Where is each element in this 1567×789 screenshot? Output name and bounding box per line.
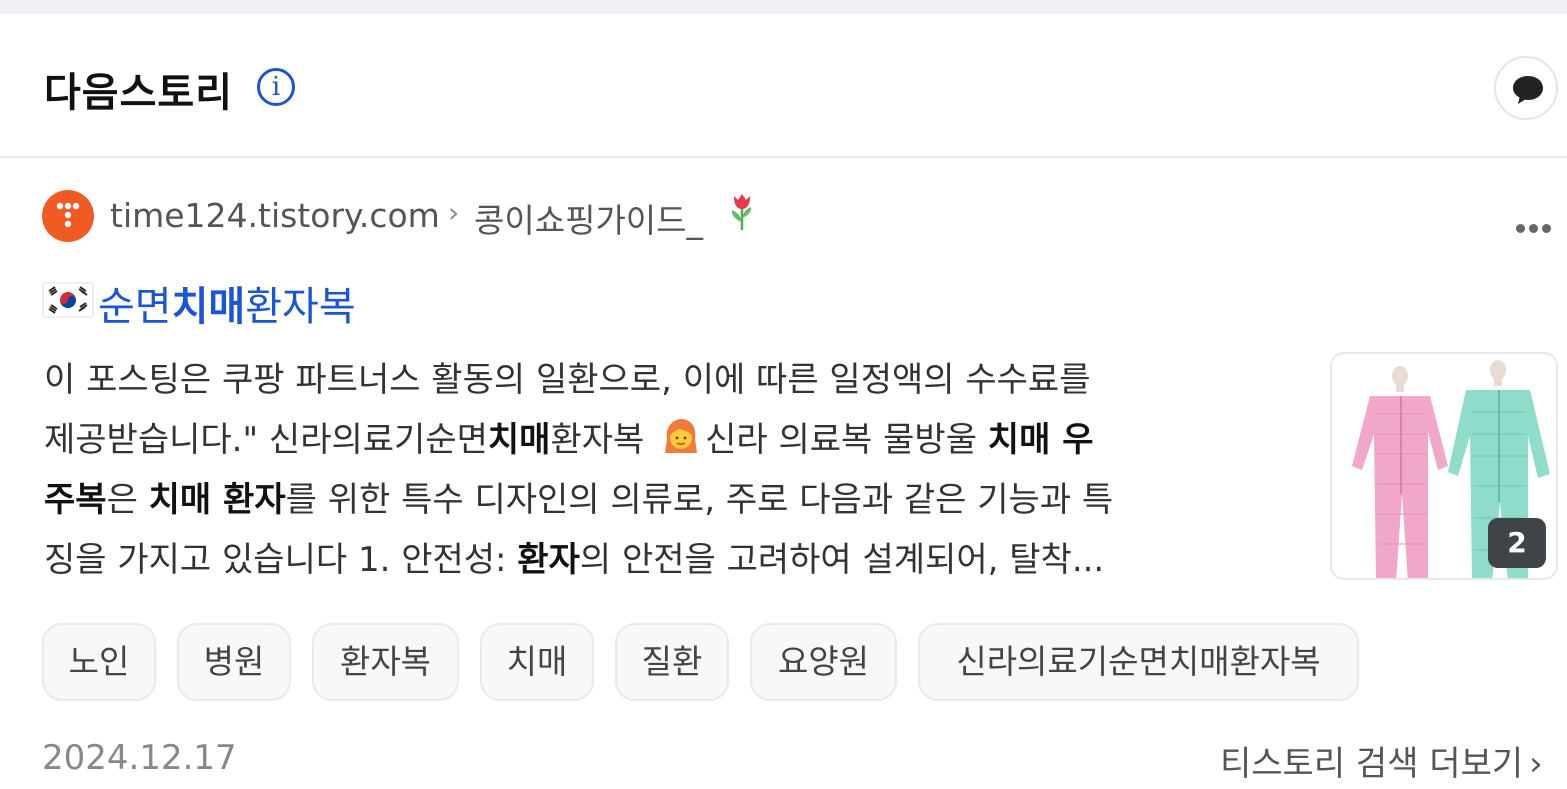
result-snippet[interactable]: 이 포스팅은 쿠팡 파트너스 활동의 일환으로, 이에 따른 일정액의 수수료를…	[44, 350, 1304, 590]
title-part-highlight: 치매	[171, 284, 246, 330]
breadcrumb-chevron-icon: ›	[448, 196, 460, 229]
snippet-highlight: 치매 우	[987, 420, 1094, 460]
snippet-line: 주복은 치매 환자를 위한 특수 디자인의 의류로, 주로 다음과 같은 기능과…	[44, 470, 1304, 530]
snippet-line: 이 포스팅은 쿠팡 파트너스 활동의 일환으로, 이에 따른 일정액의 수수료를	[44, 350, 1304, 410]
image-count-badge: 2	[1488, 518, 1546, 568]
info-icon[interactable]: i	[257, 68, 295, 106]
chevron-right-icon: ›	[1529, 744, 1543, 784]
tag-chip[interactable]: 환자복	[312, 623, 459, 701]
tulip-icon	[731, 194, 752, 230]
tag-chip[interactable]: 신라의료기순면치매환자복	[918, 623, 1359, 701]
snippet-text: 환자복	[550, 420, 656, 460]
snippet-text: 신라 의료복 물방울	[705, 420, 988, 460]
result-title-link[interactable]: 순면치매환자복	[98, 274, 356, 332]
tag-chip[interactable]: 요양원	[750, 623, 897, 701]
snippet-highlight: 치매	[487, 420, 551, 460]
tag-list: 노인 병원 환자복 치매 질환 요양원 신라의료기순면치매환자복	[42, 623, 1442, 701]
section-header: 다음스토리 i	[0, 14, 1567, 158]
blog-name[interactable]: 콩이쇼핑가이드_	[474, 194, 703, 242]
snippet-text: 제공받습니다." 신라의료기순면	[44, 420, 488, 460]
section-title: 다음스토리	[44, 70, 233, 116]
snippet-highlight: 주복	[44, 480, 107, 520]
title-part: 순면	[98, 284, 172, 330]
snippet-highlight: 치매 환자	[148, 480, 286, 520]
snippet-text: 은	[106, 480, 149, 520]
more-tistory-search-link[interactable]: 티스토리 검색 더보기 ›	[1220, 736, 1543, 785]
tag-chip[interactable]: 치매	[480, 623, 594, 701]
tag-chip[interactable]: 노인	[42, 623, 156, 701]
snippet-highlight: 환자	[517, 540, 580, 580]
top-strip	[0, 0, 1567, 14]
woman-emoji-icon	[665, 419, 698, 453]
comment-icon	[1513, 76, 1543, 104]
more-options-button[interactable]	[1516, 218, 1560, 234]
snippet-line: 징을 가지고 있습니다 1. 안전성: 환자의 안전을 고려하여 설계되어, 탈…	[44, 530, 1304, 590]
site-url[interactable]: time124.tistory.com	[110, 196, 440, 235]
snippet-text: 를 위한 특수 디자인의 의류로, 주로 다음과 같은 기능과 특	[285, 480, 1114, 520]
source-row[interactable]: time124.tistory.com › 콩이쇼핑가이드_	[42, 190, 1522, 242]
korea-flag-icon	[42, 282, 94, 318]
comment-button[interactable]	[1494, 56, 1558, 120]
more-link-label: 티스토리 검색 더보기	[1220, 744, 1524, 784]
tag-chip[interactable]: 병원	[177, 623, 291, 701]
snippet-line: 제공받습니다." 신라의료기순면치매환자복 신라 의료복 물방울 치매 우	[44, 410, 1304, 470]
post-date: 2024.12.17	[42, 738, 237, 778]
tag-chip[interactable]: 질환	[615, 623, 729, 701]
tistory-logo	[42, 190, 94, 242]
snippet-text: 징을 가지고 있습니다 1. 안전성:	[44, 540, 518, 580]
snippet-text: 의 안전을 고려하여 설계되어, 탈착...	[579, 540, 1105, 580]
title-part: 환자복	[245, 284, 356, 330]
snippet-text: 이 포스팅은 쿠팡 파트너스 활동의 일환으로, 이에 따른 일정액의 수수료를	[44, 360, 1091, 400]
